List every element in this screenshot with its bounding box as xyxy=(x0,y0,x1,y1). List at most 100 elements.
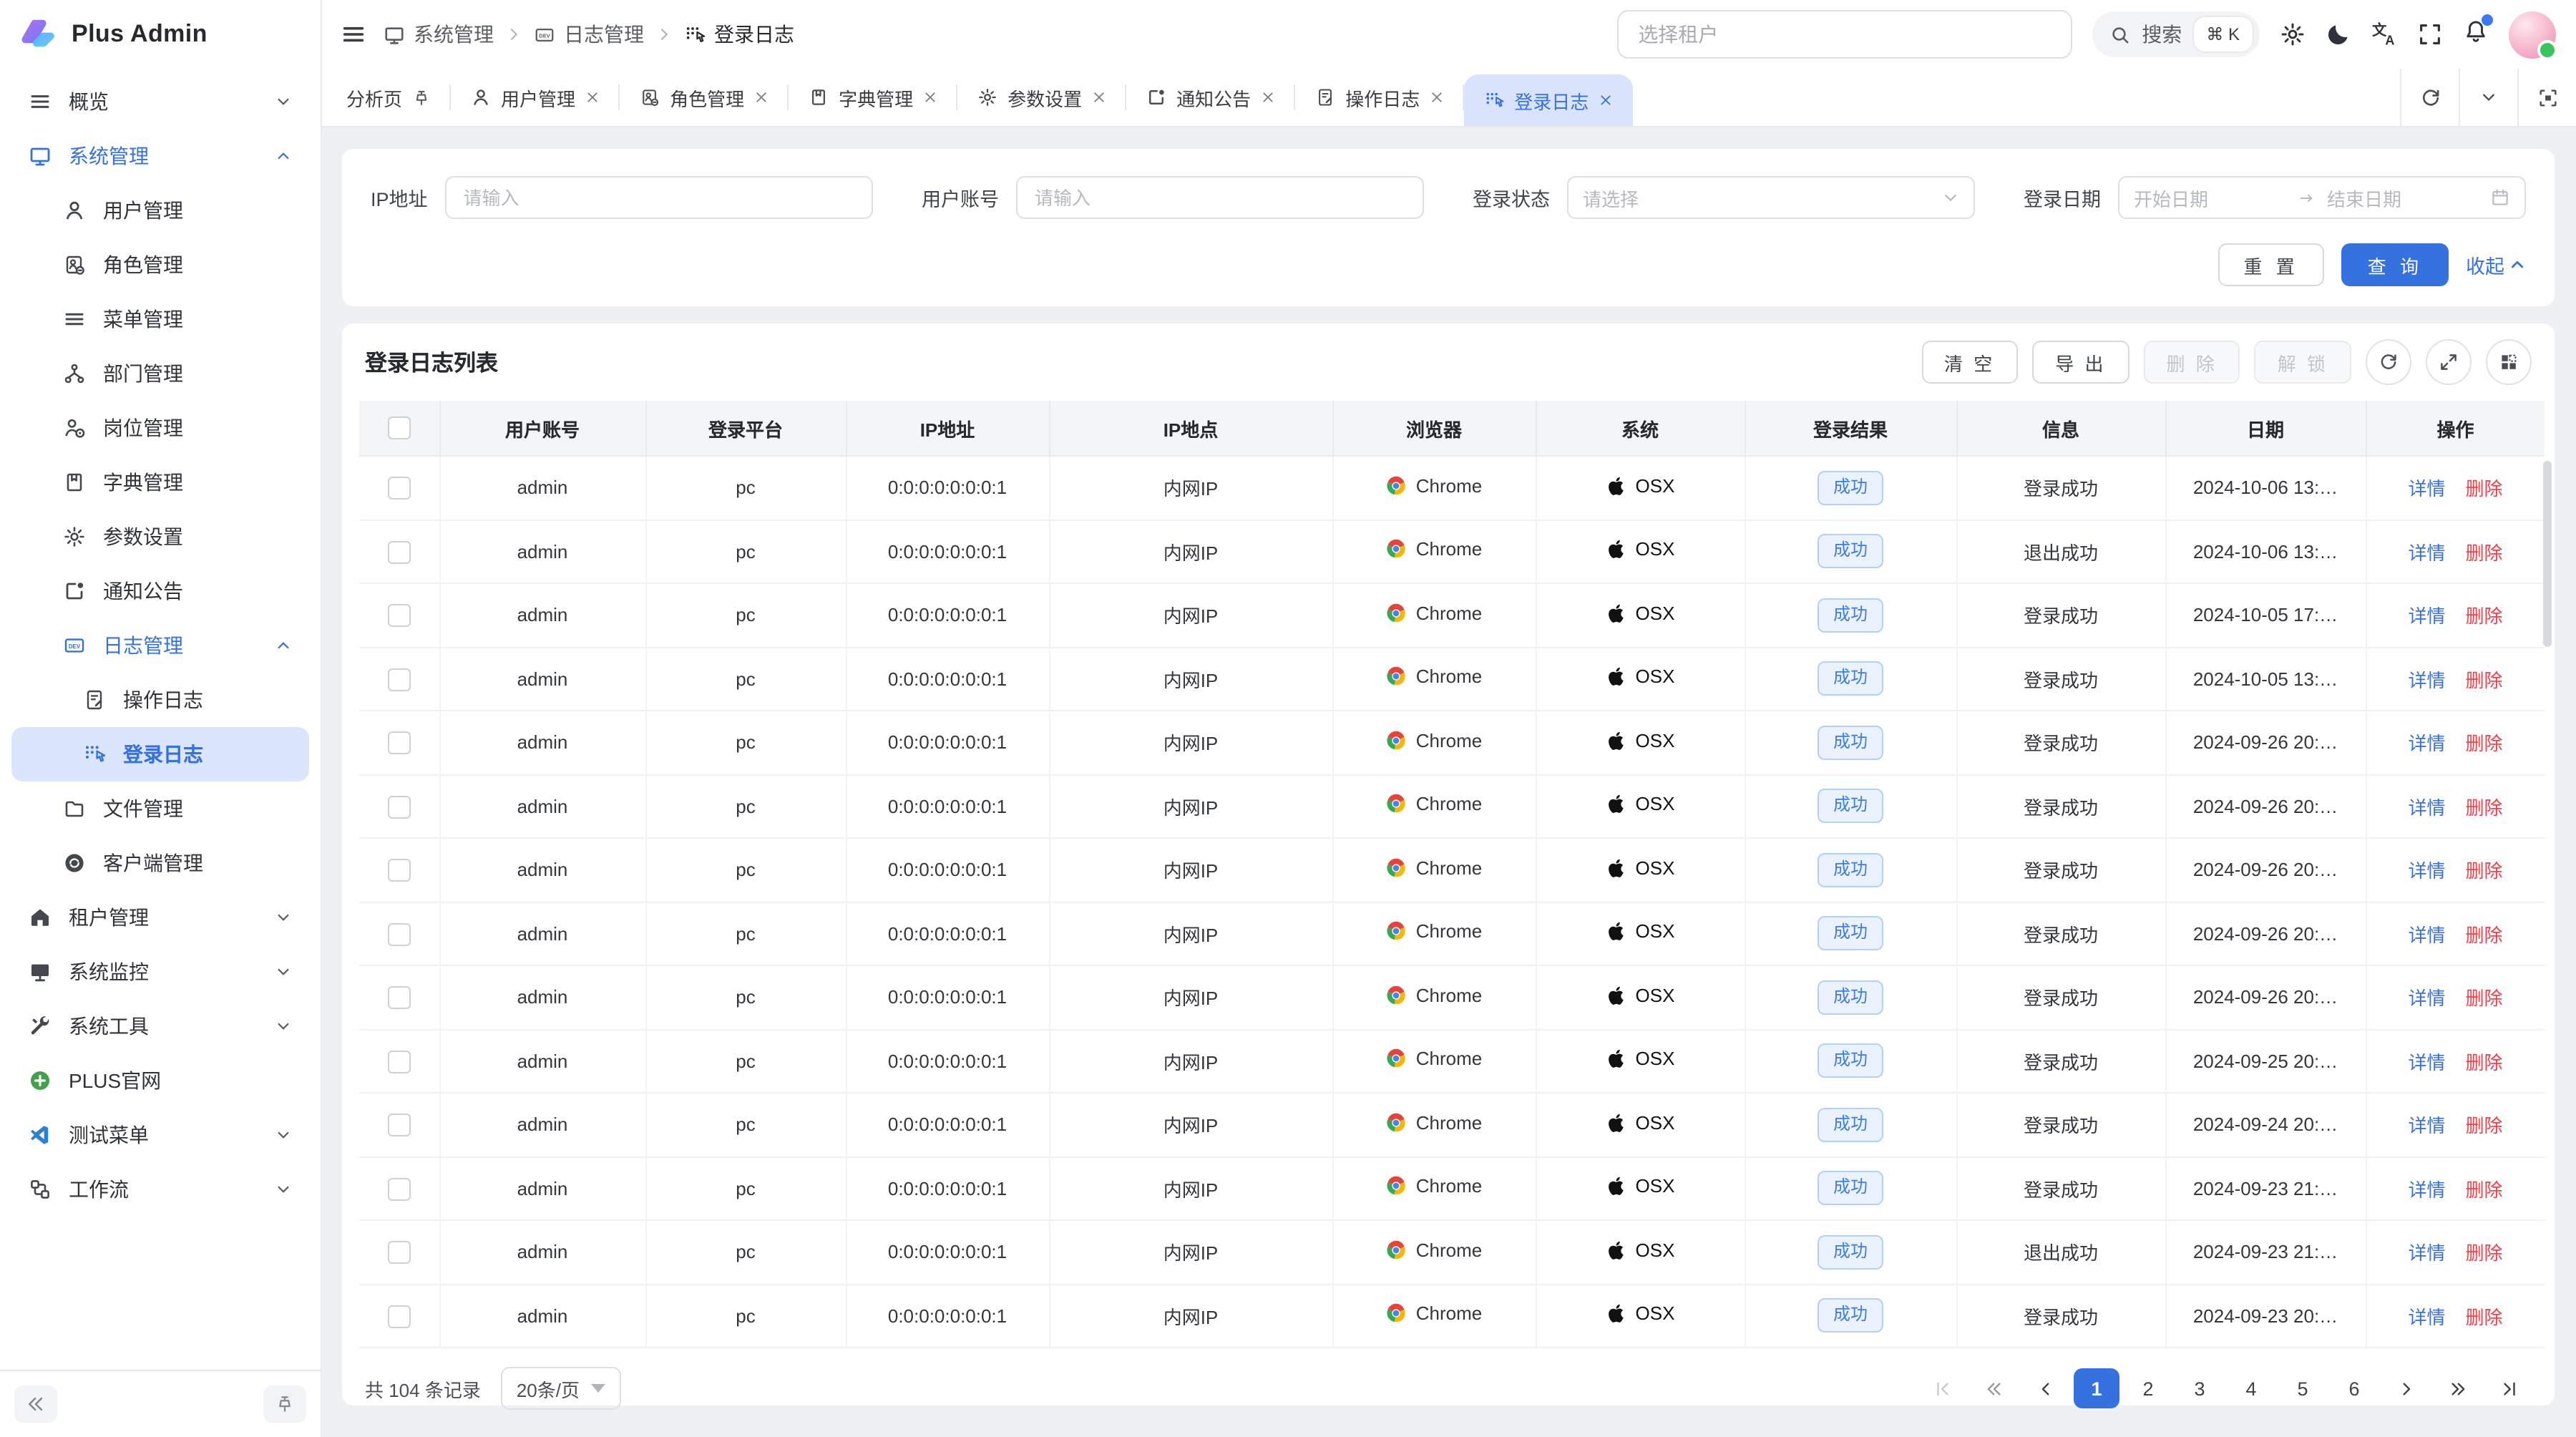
tab-login-log[interactable]: 登录日志 xyxy=(1464,74,1633,126)
sidebar-item-user-mgmt[interactable]: 用户管理 xyxy=(11,183,309,238)
row-checkbox[interactable] xyxy=(388,859,411,882)
row-checkbox[interactable] xyxy=(388,604,411,627)
sidebar-item-file-mgmt[interactable]: 文件管理 xyxy=(11,781,309,836)
delete-link[interactable]: 删除 xyxy=(2466,1243,2503,1265)
last-page-button[interactable] xyxy=(2486,1368,2532,1408)
detail-link[interactable]: 详情 xyxy=(2408,1243,2445,1265)
tab-operation-log[interactable]: 操作日志 xyxy=(1295,69,1464,126)
row-checkbox[interactable] xyxy=(388,1241,411,1264)
next-5-pages-button[interactable] xyxy=(2434,1368,2480,1408)
sidebar-item-plus-site[interactable]: PLUS官网 xyxy=(11,1053,309,1108)
sidebar-item-client-mgmt[interactable]: 客户端管理 xyxy=(11,836,309,890)
hamburger-menu-icon[interactable] xyxy=(341,21,366,47)
tab-role-mgmt[interactable]: 角色管理 xyxy=(620,69,789,126)
ip-filter-input[interactable] xyxy=(461,185,857,210)
detail-link[interactable]: 详情 xyxy=(2408,861,2445,882)
prev-page-button[interactable] xyxy=(2022,1368,2068,1408)
row-checkbox[interactable] xyxy=(388,1177,411,1200)
row-checkbox[interactable] xyxy=(388,795,411,818)
row-checkbox[interactable] xyxy=(388,1114,411,1136)
sidebar-item-system-tools[interactable]: 系统工具 xyxy=(11,999,309,1053)
sidebar-item-system-monitor[interactable]: 系统监控 xyxy=(11,945,309,999)
detail-link[interactable]: 详情 xyxy=(2408,606,2445,628)
tab-param-setting[interactable]: 参数设置 xyxy=(957,69,1126,126)
page-button-4[interactable]: 4 xyxy=(2228,1368,2274,1408)
refresh-tab-button[interactable] xyxy=(2400,69,2459,126)
delete-link[interactable]: 删除 xyxy=(2466,670,2503,691)
global-search[interactable]: 搜索 ⌘ K xyxy=(2092,11,2260,57)
sidebar-item-login-log[interactable]: 登录日志 xyxy=(11,727,309,781)
user-avatar[interactable] xyxy=(2509,11,2556,58)
reset-button[interactable]: 重 置 xyxy=(2218,243,2325,286)
account-filter-input[interactable] xyxy=(1032,185,1408,210)
row-checkbox[interactable] xyxy=(388,1305,411,1328)
sidebar-item-test-menu[interactable]: 测试菜单 xyxy=(11,1108,309,1162)
sidebar-item-tenant-mgmt[interactable]: 租户管理 xyxy=(11,890,309,945)
notifications-bell[interactable] xyxy=(2463,18,2489,51)
page-button-3[interactable]: 3 xyxy=(2177,1368,2223,1408)
language-translate-icon[interactable]: 文A xyxy=(2371,21,2397,47)
tab-analysis[interactable]: 分析页 xyxy=(326,69,451,126)
tab-user-mgmt[interactable]: 用户管理 xyxy=(451,69,620,126)
sidebar-item-log-mgmt[interactable]: DEV日志管理 xyxy=(11,618,309,673)
sidebar-item-param-setting[interactable]: 参数设置 xyxy=(11,510,309,564)
delete-link[interactable]: 删除 xyxy=(2466,797,2503,819)
sidebar-item-post-mgmt[interactable]: 岗位管理 xyxy=(11,401,309,455)
sidebar-item-system-mgmt[interactable]: 系统管理 xyxy=(11,129,309,183)
pin-sidebar-button[interactable] xyxy=(263,1385,306,1423)
row-checkbox[interactable] xyxy=(388,540,411,563)
sidebar-item-overview[interactable]: 概览 xyxy=(11,74,309,129)
sidebar-item-dept-mgmt[interactable]: 部门管理 xyxy=(11,346,309,401)
delete-link[interactable]: 删除 xyxy=(2466,479,2503,500)
export-button[interactable]: 导 出 xyxy=(2032,341,2129,384)
delete-link[interactable]: 删除 xyxy=(2466,734,2503,755)
column-settings-button[interactable] xyxy=(2486,339,2532,385)
row-checkbox[interactable] xyxy=(388,986,411,1009)
sidebar-item-notice[interactable]: 通知公告 xyxy=(11,564,309,618)
detail-link[interactable]: 详情 xyxy=(2408,1052,2445,1073)
tab-dict-mgmt[interactable]: 字典管理 xyxy=(789,69,957,126)
detail-link[interactable]: 详情 xyxy=(2408,925,2445,946)
maximize-table-button[interactable] xyxy=(2426,339,2472,385)
first-page-button[interactable] xyxy=(1919,1368,1965,1408)
delete-link[interactable]: 删除 xyxy=(2466,1116,2503,1137)
delete-link[interactable]: 删除 xyxy=(2466,1052,2503,1073)
breadcrumb-item[interactable]: 系统管理 xyxy=(384,20,494,49)
breadcrumb-item[interactable]: 登录日志 xyxy=(684,20,794,49)
account-filter-input-wrap[interactable] xyxy=(1016,176,1424,219)
sidebar-item-menu-mgmt[interactable]: 菜单管理 xyxy=(11,292,309,346)
detail-link[interactable]: 详情 xyxy=(2408,1307,2445,1328)
tenant-select[interactable] xyxy=(1616,10,2072,59)
delete-link[interactable]: 删除 xyxy=(2466,606,2503,628)
detail-link[interactable]: 详情 xyxy=(2408,988,2445,1010)
detail-link[interactable]: 详情 xyxy=(2408,542,2445,564)
page-button-6[interactable]: 6 xyxy=(2331,1368,2377,1408)
date-range-picker[interactable]: 开始日期 结束日期 xyxy=(2118,176,2526,219)
detail-link[interactable]: 详情 xyxy=(2408,1179,2445,1201)
close-icon[interactable] xyxy=(1261,90,1275,104)
detail-link[interactable]: 详情 xyxy=(2408,479,2445,500)
delete-link[interactable]: 删除 xyxy=(2466,925,2503,946)
fullscreen-icon[interactable] xyxy=(2417,21,2443,47)
tab-notice[interactable]: 通知公告 xyxy=(1126,69,1295,126)
row-checkbox[interactable] xyxy=(388,731,411,754)
sidebar-item-dict-mgmt[interactable]: 字典管理 xyxy=(11,455,309,510)
sidebar-item-operation-log[interactable]: 操作日志 xyxy=(11,673,309,727)
detail-link[interactable]: 详情 xyxy=(2408,734,2445,755)
detail-link[interactable]: 详情 xyxy=(2408,670,2445,691)
sidebar-item-workflow[interactable]: 工作流 xyxy=(11,1162,309,1217)
page-button-5[interactable]: 5 xyxy=(2280,1368,2326,1408)
refresh-table-button[interactable] xyxy=(2366,339,2411,385)
detail-link[interactable]: 详情 xyxy=(2408,797,2445,819)
delete-link[interactable]: 删除 xyxy=(2466,1179,2503,1201)
prev-5-pages-button[interactable] xyxy=(1971,1368,2016,1408)
close-icon[interactable] xyxy=(754,90,769,104)
delete-link[interactable]: 删除 xyxy=(2466,861,2503,882)
dark-mode-moon-icon[interactable] xyxy=(2326,21,2351,47)
row-checkbox[interactable] xyxy=(388,477,411,500)
delete-link[interactable]: 删除 xyxy=(2466,1307,2503,1328)
collapse-sidebar-button[interactable] xyxy=(14,1385,57,1423)
settings-gear-icon[interactable] xyxy=(2280,21,2306,47)
row-checkbox[interactable] xyxy=(388,1050,411,1073)
close-icon[interactable] xyxy=(585,90,600,104)
